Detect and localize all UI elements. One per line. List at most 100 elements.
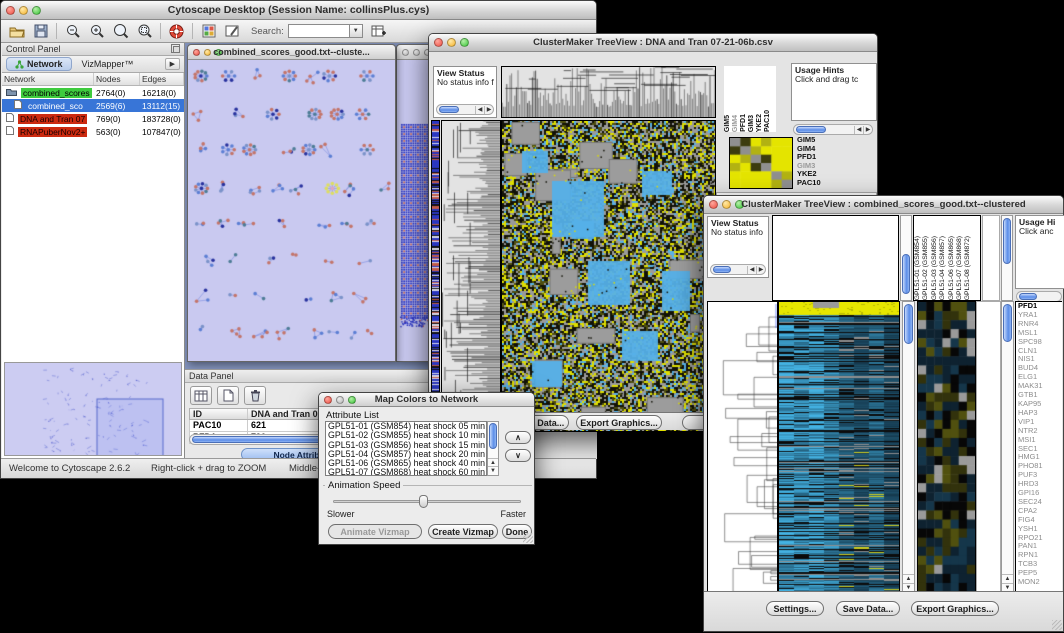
zoom-selected-icon[interactable]: [136, 23, 153, 40]
tv1-similarity-matrix[interactable]: [729, 137, 793, 189]
network-tree-row[interactable]: RNAPuberNov2+563(0)107847(0): [2, 125, 184, 138]
gene-label[interactable]: MON2: [1016, 578, 1062, 587]
scroll-left-icon[interactable]: ◀: [854, 126, 863, 134]
gene-label[interactable]: PAC10: [795, 179, 845, 188]
new-attribute-icon[interactable]: [217, 386, 239, 405]
tv1-global-strip[interactable]: [431, 120, 440, 432]
tv2-column-labels[interactable]: GPL51-01 (GSM854)GPL51-02 (GSM855)GPL51-…: [913, 215, 981, 301]
zoom-window-icon[interactable]: [32, 6, 41, 15]
move-up-button[interactable]: ∧: [505, 431, 531, 444]
close-icon[interactable]: [324, 396, 332, 404]
tv1-export-graphics-button[interactable]: Export Graphics...: [576, 415, 662, 430]
move-down-button[interactable]: ∨: [505, 449, 531, 462]
birdseye-overview[interactable]: [4, 362, 182, 456]
create-vizmap-button[interactable]: Create Vizmap: [428, 524, 498, 539]
col-network[interactable]: Network: [2, 73, 94, 85]
tv2-labels-header-vscrollbar[interactable]: [1001, 215, 1013, 301]
scroll-thumb[interactable]: [489, 423, 497, 449]
minimize-icon[interactable]: [204, 49, 211, 56]
array-column-label[interactable]: GPL51-03 (GSM856): [931, 236, 939, 300]
close-icon[interactable]: [6, 6, 15, 15]
tv2-status-hscrollbar[interactable]: ◀ ▶: [710, 264, 766, 275]
tab-vizmapper[interactable]: VizMapper™: [72, 58, 144, 70]
treeview1-titlebar[interactable]: ClusterMaker TreeView : DNA and Tran 07-…: [429, 34, 877, 52]
search-input[interactable]: [288, 24, 350, 38]
col-edges[interactable]: Edges: [140, 73, 184, 85]
float-panel-icon[interactable]: [171, 44, 180, 54]
main-titlebar[interactable]: Cytoscape Desktop (Session Name: collins…: [1, 1, 596, 20]
search-dropdown-icon[interactable]: ▼: [350, 24, 363, 38]
tv2-global-vscrollbar[interactable]: ▲ ▼: [902, 301, 915, 593]
column-label[interactable]: GIM4: [732, 115, 740, 132]
zoom-window-icon[interactable]: [348, 396, 356, 404]
treeview2-titlebar[interactable]: ClusterMaker TreeView : combined_scores_…: [704, 196, 1063, 214]
scroll-left-icon[interactable]: ◀: [475, 106, 484, 114]
attribute-select-icon[interactable]: [190, 386, 212, 405]
tv2-row-dendrogram[interactable]: [707, 301, 778, 593]
array-column-label[interactable]: GPL51-08 (GSM872): [964, 236, 972, 300]
scroll-up-icon[interactable]: ▲: [1002, 574, 1013, 583]
tv2-gene-labels[interactable]: PFD1YRA1RNR4MSL1SPC98CLN1NIS1BUD4ELG1MAK…: [1015, 301, 1062, 593]
close-icon[interactable]: [434, 38, 443, 47]
minimize-icon[interactable]: [336, 396, 344, 404]
tv1-usage-hscrollbar[interactable]: ◀ ▶: [793, 124, 873, 135]
network-tree-row[interactable]: combined_sco2569(6)13112(15): [2, 99, 184, 112]
zoom-window-icon[interactable]: [735, 200, 744, 209]
tv1-row-dendrogram[interactable]: [441, 120, 501, 432]
animate-vizmap-button[interactable]: Animate Vizmap: [328, 524, 422, 539]
tv1-column-labels[interactable]: GIM5GIM4PFD1GIM3YKE2PAC10: [724, 66, 776, 132]
close-icon[interactable]: [193, 49, 200, 56]
array-column-label[interactable]: GPL51-06 (GSM865): [948, 236, 956, 300]
resize-grip[interactable]: [1052, 620, 1062, 630]
zoom-out-icon[interactable]: [64, 23, 81, 40]
scroll-thumb[interactable]: [1003, 304, 1012, 342]
speed-slider-thumb[interactable]: [419, 495, 428, 508]
tv2-header-vscrollbar[interactable]: [900, 215, 912, 301]
dialog-titlebar[interactable]: Map Colors to Network: [319, 393, 534, 407]
vizmapper-icon[interactable]: [200, 23, 217, 40]
column-label[interactable]: PFD1: [740, 114, 748, 132]
column-label[interactable]: YKE2: [756, 114, 764, 132]
scroll-thumb[interactable]: [796, 126, 826, 133]
network-view-window[interactable]: combined_scores_good.txt--cluste...: [187, 44, 396, 362]
network-tree-row[interactable]: combined_scores2764(0)16218(0): [2, 86, 184, 99]
column-label[interactable]: GIM5: [724, 115, 732, 132]
attribute-listbox[interactable]: GPL51-01 (GSM854) heat shock 05 minGPL51…: [325, 421, 487, 476]
tv2-zoom-heatmap[interactable]: [917, 301, 976, 593]
scroll-right-icon[interactable]: ▶: [863, 126, 872, 134]
attribute-list-vscrollbar[interactable]: ▲ ▼: [487, 421, 499, 476]
col-nodes[interactable]: Nodes: [94, 73, 140, 85]
close-icon[interactable]: [402, 49, 409, 56]
minimize-icon[interactable]: [413, 49, 420, 56]
column-label[interactable]: PAC10: [764, 110, 772, 132]
scroll-thumb[interactable]: [439, 106, 459, 113]
tv1-gene-labels[interactable]: GIM5GIM4PFD1GIM3YKE2PAC10: [795, 136, 845, 192]
array-column-label[interactable]: GPL51-02 (GSM855): [922, 236, 930, 300]
zoom-in-icon[interactable]: [88, 23, 105, 40]
scroll-up-icon[interactable]: ▲: [903, 574, 914, 583]
scroll-thumb[interactable]: [904, 304, 913, 344]
help-lifebuoy-icon[interactable]: [168, 23, 185, 40]
network-canvas[interactable]: [188, 60, 395, 361]
tv1-heatmap[interactable]: [501, 120, 716, 432]
column-label[interactable]: GIM3: [748, 115, 756, 132]
tv1-column-dendrogram[interactable]: [501, 66, 716, 118]
tv2-settings-button[interactable]: Settings...: [766, 601, 824, 616]
scroll-right-icon[interactable]: ▶: [756, 266, 765, 274]
tv1-status-hscrollbar[interactable]: ◀ ▶: [436, 104, 494, 115]
scroll-right-icon[interactable]: ▶: [484, 106, 493, 114]
save-session-icon[interactable]: [32, 23, 49, 40]
minimize-icon[interactable]: [19, 6, 28, 15]
open-file-icon[interactable]: [8, 23, 25, 40]
annotation-icon[interactable]: [224, 23, 241, 40]
zoom-fit-icon[interactable]: [112, 23, 129, 40]
new-table-icon[interactable]: [370, 23, 387, 40]
close-icon[interactable]: [709, 200, 718, 209]
scroll-thumb[interactable]: [1019, 293, 1037, 300]
tabs-more-button[interactable]: ▶: [165, 58, 180, 70]
scroll-thumb[interactable]: [1003, 218, 1011, 264]
window-controls[interactable]: [1, 6, 46, 15]
network-view-titlebar[interactable]: combined_scores_good.txt--cluste...: [188, 45, 395, 60]
tv2-global-heatmap[interactable]: [778, 301, 900, 593]
delete-attribute-icon[interactable]: [244, 386, 266, 405]
